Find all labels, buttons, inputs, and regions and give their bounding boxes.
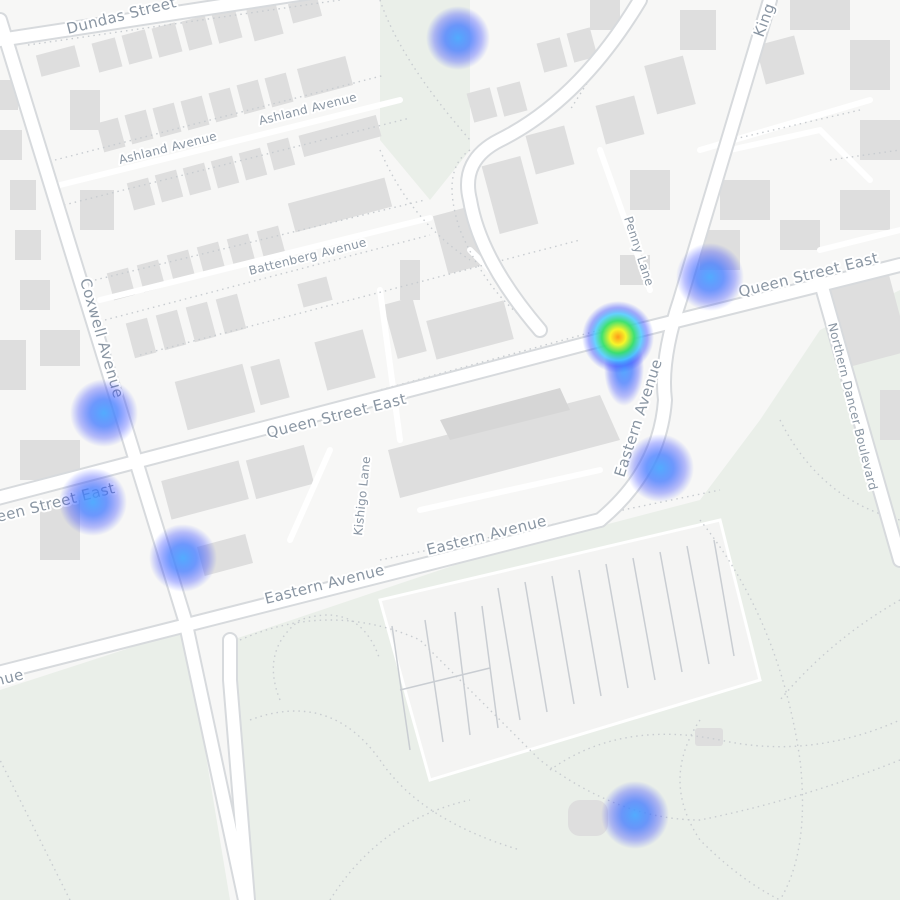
heatmap-hotspot[interactable] xyxy=(426,6,490,70)
heatmap-hotspot[interactable] xyxy=(59,468,127,536)
heatmap-hotspot[interactable] xyxy=(626,434,694,502)
map-canvas[interactable]: Dundas Street Ashland Avenue Ashland Ave… xyxy=(0,0,900,900)
label-kingston: King xyxy=(750,1,779,40)
label-kishigo: Kishigo Lane xyxy=(351,455,373,536)
heatmap-hotspot[interactable] xyxy=(676,243,744,311)
heatmap-hotspot[interactable] xyxy=(601,781,669,849)
heatmap-hotspot-peak[interactable] xyxy=(582,301,654,373)
heatmap-hotspot[interactable] xyxy=(149,524,217,592)
heatmap-hotspot[interactable] xyxy=(70,379,138,447)
